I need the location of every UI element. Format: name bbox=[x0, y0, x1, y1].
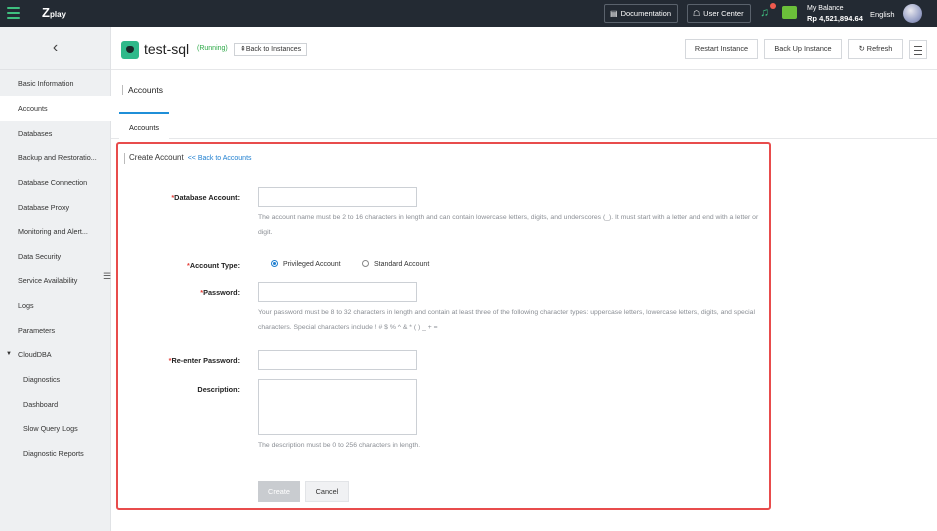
description-label: Description: bbox=[197, 385, 240, 394]
chevron-left-icon[interactable]: ‹ bbox=[0, 27, 111, 70]
refresh-icon: ↻ bbox=[858, 44, 865, 53]
sidebar-item-monitoring-alerts[interactable]: Monitoring and Alert... bbox=[0, 219, 111, 244]
password-hint: Your password must be 8 to 32 characters… bbox=[258, 309, 755, 331]
radio-unselected-icon bbox=[362, 260, 369, 267]
database-account-label: *Database Account: bbox=[171, 193, 240, 202]
description-hint: The description must be 0 to 256 charact… bbox=[258, 442, 421, 449]
restart-instance-button[interactable]: Restart Instance bbox=[685, 39, 758, 59]
sidebar-item-slow-query-logs[interactable]: Slow Query Logs bbox=[0, 416, 111, 441]
password-input[interactable] bbox=[258, 282, 417, 302]
user-center-icon: ☖ bbox=[693, 9, 701, 18]
page-title: test-sql bbox=[144, 41, 190, 57]
balance-label: My Balance bbox=[807, 5, 844, 12]
balance-value: Rp 4,521,894.64 bbox=[807, 14, 863, 23]
refresh-button[interactable]: ↻ Refresh bbox=[848, 39, 903, 59]
radio-privileged-account[interactable]: Privileged Account bbox=[271, 260, 341, 268]
sidebar-item-parameters[interactable]: Parameters bbox=[0, 318, 111, 343]
user-center-button[interactable]: ☖ User Center bbox=[687, 4, 751, 23]
create-account-panel: Create Account << Back to Accounts *Datab… bbox=[116, 142, 771, 510]
database-account-input[interactable] bbox=[258, 187, 417, 207]
sidebar: ‹ Basic Information Accounts Databases B… bbox=[0, 27, 111, 531]
reenter-password-input[interactable] bbox=[258, 350, 417, 370]
sidebar-item-data-security[interactable]: Data Security bbox=[0, 244, 111, 269]
list-icon[interactable] bbox=[909, 40, 927, 59]
language-selector[interactable]: English bbox=[870, 10, 895, 19]
account-type-label: *Account Type: bbox=[187, 261, 240, 270]
wallet-icon[interactable] bbox=[782, 6, 797, 19]
cancel-button[interactable]: Cancel bbox=[305, 481, 349, 502]
sidebar-item-backup-restoration[interactable]: Backup and Restoratio... bbox=[0, 145, 111, 170]
instance-header: test-sql (Running) ⇞Back to Instances Re… bbox=[111, 27, 937, 70]
radio-standard-account[interactable]: Standard Account bbox=[362, 260, 429, 268]
sidebar-item-diagnostic-reports[interactable]: Diagnostic Reports bbox=[0, 441, 111, 466]
back-up-instance-button[interactable]: Back Up Instance bbox=[764, 39, 842, 59]
password-label: *Password: bbox=[200, 288, 240, 297]
back-to-instances-button[interactable]: ⇞Back to Instances bbox=[234, 43, 308, 56]
radio-selected-icon bbox=[271, 260, 278, 267]
documentation-button[interactable]: ▤ Documentation bbox=[604, 4, 679, 23]
sidebar-item-logs[interactable]: Logs bbox=[0, 293, 111, 318]
bell-icon[interactable]: ♫ bbox=[760, 5, 769, 19]
sidebar-item-accounts[interactable]: Accounts bbox=[0, 96, 111, 121]
sidebar-item-basic-information[interactable]: Basic Information bbox=[0, 71, 111, 96]
create-button[interactable]: Create bbox=[258, 481, 300, 502]
sidebar-item-dashboard[interactable]: Dashboard bbox=[0, 392, 111, 417]
sidebar-item-database-connection[interactable]: Database Connection bbox=[0, 170, 111, 195]
section-title: Accounts bbox=[122, 85, 163, 95]
caret-down-icon: ▼ bbox=[6, 351, 12, 357]
top-bar: Zplay ▤ Documentation ☖ User Center ♫ My B… bbox=[0, 0, 937, 27]
status-badge: (Running) bbox=[197, 45, 228, 52]
reenter-password-label: *Re-enter Password: bbox=[168, 356, 240, 365]
sidebar-item-databases[interactable]: Databases bbox=[0, 121, 111, 146]
document-icon: ▤ bbox=[610, 9, 618, 18]
tab-bar: Accounts bbox=[111, 112, 937, 139]
database-account-hint: The account name must be 2 to 16 charact… bbox=[258, 214, 759, 236]
notification-dot bbox=[770, 3, 776, 9]
back-to-accounts-link[interactable]: << Back to Accounts bbox=[188, 155, 252, 162]
tab-accounts[interactable]: Accounts bbox=[119, 112, 169, 139]
form-title: Create Account << Back to Accounts bbox=[124, 153, 252, 164]
sidebar-item-service-availability[interactable]: Service Availability bbox=[0, 268, 111, 293]
hamburger-menu-icon[interactable] bbox=[7, 7, 20, 19]
database-instance-icon bbox=[121, 41, 139, 59]
description-textarea[interactable] bbox=[258, 379, 417, 435]
sidebar-item-database-proxy[interactable]: Database Proxy bbox=[0, 195, 111, 220]
sidebar-item-clouddba[interactable]: ▼ CloudDBA bbox=[0, 342, 111, 367]
avatar[interactable] bbox=[903, 4, 922, 23]
brand-logo[interactable]: Zplay bbox=[42, 5, 66, 20]
sidebar-item-diagnostics[interactable]: Diagnostics bbox=[0, 367, 111, 392]
